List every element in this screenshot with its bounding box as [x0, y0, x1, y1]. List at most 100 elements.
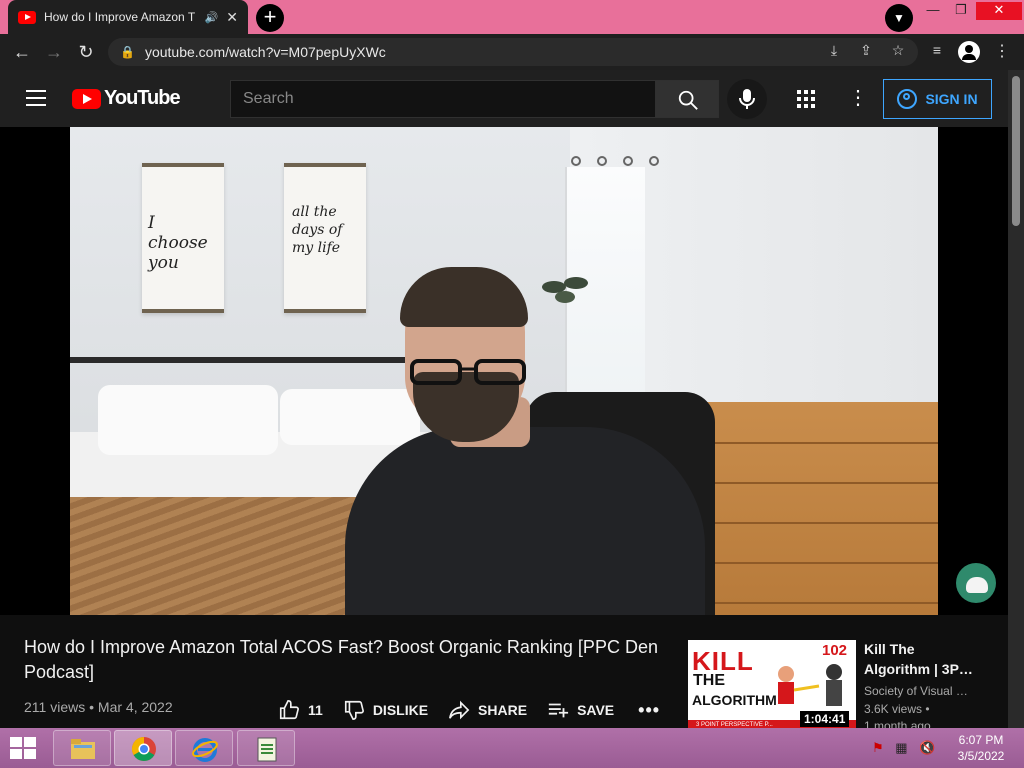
thumb-characters — [778, 664, 842, 706]
sign-in-button[interactable]: SIGN IN — [883, 79, 992, 119]
close-window-button[interactable]: ✕ — [976, 2, 1022, 20]
poster-left-text: I choose you — [148, 213, 208, 273]
settings-menu-icon[interactable]: ⋮ — [848, 85, 868, 110]
upload-date: Mar 4, 2022 — [97, 699, 173, 715]
taskbar-clock[interactable]: 6:07 PM 3/5/2022 — [948, 732, 1014, 764]
thumbs-down-icon — [344, 700, 364, 720]
search-icon — [678, 90, 698, 110]
video-duration: 1:04:41 — [800, 711, 850, 727]
back-button[interactable]: ← — [10, 40, 34, 64]
tab-close-icon[interactable]: ✕ — [226, 9, 238, 26]
like-count: 11 — [308, 702, 323, 718]
poster-right-text: all the days of my life — [292, 204, 343, 256]
youtube-favicon-icon — [18, 10, 36, 24]
pillow — [280, 389, 420, 445]
youtube-logo-text: YouTube — [104, 87, 181, 109]
taskbar-notepad-button[interactable] — [237, 730, 295, 766]
person-glasses — [410, 359, 526, 385]
thumb-the-text: THE — [693, 672, 725, 689]
browser-tab[interactable]: How do I Improve Amazon T 🔊 ✕ — [8, 0, 248, 34]
person-hair — [400, 267, 528, 327]
address-bar[interactable]: 🔒 youtube.com/watch?v=M07pepUyXWc — [108, 38, 918, 66]
save-label: SAVE — [577, 702, 615, 718]
share-label: SHARE — [478, 702, 528, 718]
view-count: 211 views — [24, 699, 86, 715]
chrome-icon — [131, 737, 156, 762]
save-button[interactable]: SAVE — [547, 699, 614, 721]
account-icon — [897, 89, 918, 109]
internet-explorer-icon — [192, 738, 218, 762]
lock-icon[interactable]: 🔒 — [120, 45, 135, 59]
poster-left: I choose you — [142, 163, 224, 313]
apps-grid-icon[interactable] — [797, 90, 815, 108]
taskbar-ie-button[interactable] — [175, 730, 233, 766]
tab-title: How do I Improve Amazon T — [44, 10, 196, 24]
share-page-icon[interactable]: ⇪ — [856, 42, 876, 59]
install-app-icon[interactable]: ⤓ — [824, 42, 844, 59]
video-info: How do I Improve Amazon Total ACOS Fast?… — [0, 615, 1008, 733]
system-tray: ⚑ ▦ 🔇 — [872, 740, 935, 756]
like-button[interactable]: 11 — [278, 699, 323, 721]
clock-date: 3/5/2022 — [957, 749, 1005, 763]
network-icon[interactable]: ▦ — [895, 740, 907, 755]
video-player[interactable]: I choose you all the days of my life — [0, 127, 1008, 615]
speaker-icon[interactable]: 🔊 — [205, 11, 219, 24]
notepad-icon — [257, 737, 277, 762]
youtube-play-icon — [72, 88, 101, 109]
video-frame[interactable]: I choose you all the days of my life — [70, 127, 938, 615]
tab-search-button[interactable]: ▼ — [885, 4, 913, 32]
taskbar-explorer-button[interactable] — [53, 730, 111, 766]
curtain-rings — [571, 156, 659, 166]
channel-watermark-icon[interactable] — [956, 563, 996, 603]
profile-avatar-icon[interactable] — [958, 41, 980, 63]
taskbar-chrome-button[interactable] — [114, 730, 172, 766]
sign-in-label: SIGN IN — [925, 91, 978, 107]
recommended-views: 3.6K views • — [864, 702, 930, 716]
page-scrollbar[interactable] — [1008, 70, 1024, 728]
url-text: youtube.com/watch?v=M07pepUyXWc — [144, 44, 386, 60]
dislike-label: DISLIKE — [372, 702, 429, 718]
browser-toolbar: ← → ↻ 🔒 youtube.com/watch?v=M07pepUyXWc … — [0, 34, 1024, 70]
browser-menu-icon[interactable]: ⋮ — [994, 41, 1010, 61]
person-body — [345, 427, 705, 615]
share-icon — [449, 700, 470, 720]
thumbs-up-icon — [279, 700, 299, 720]
restore-button[interactable]: ❐ — [946, 2, 976, 20]
browser-tab-strip: How do I Improve Amazon T 🔊 ✕ + ▼ — ❐ ✕ — [0, 0, 1024, 34]
playlist-add-icon — [548, 703, 569, 718]
hamburger-menu-icon[interactable] — [26, 90, 46, 106]
recommended-title[interactable]: Kill The Algorithm | 3P… — [864, 639, 974, 679]
more-actions-button[interactable]: ••• — [638, 700, 660, 721]
taskbar: ⚑ ▦ 🔇 6:07 PM 3/5/2022 — [0, 728, 1024, 768]
scrollbar-thumb[interactable] — [1012, 76, 1020, 226]
youtube-header: YouTube Search ⋮ SIGN IN — [0, 70, 1008, 127]
video-meta: 211 views • Mar 4, 2022 — [24, 699, 173, 715]
search-input[interactable]: Search — [230, 80, 656, 118]
video-title: How do I Improve Amazon Total ACOS Fast?… — [24, 637, 658, 682]
thumb-episode-number: 102 — [822, 642, 848, 659]
volume-muted-icon[interactable]: 🔇 — [919, 740, 935, 755]
youtube-logo[interactable]: YouTube — [72, 87, 181, 110]
forward-button[interactable]: → — [42, 40, 66, 64]
bookmark-star-icon[interactable]: ☆ — [888, 42, 908, 59]
recommended-channel[interactable]: Society of Visual … — [864, 684, 974, 698]
minimize-button[interactable]: — — [918, 2, 948, 20]
search-button[interactable] — [655, 80, 719, 118]
voice-search-button[interactable] — [727, 79, 767, 119]
dislike-button[interactable]: DISLIKE — [343, 699, 428, 721]
new-tab-button[interactable]: + — [256, 4, 284, 32]
share-button[interactable]: SHARE — [448, 699, 527, 721]
media-control-icon[interactable]: ≡ — [927, 42, 947, 58]
clock-time: 6:07 PM — [958, 733, 1004, 747]
poster-right: all the days of my life — [284, 163, 366, 313]
hanging-plant — [542, 277, 588, 303]
scene-dresser — [700, 402, 938, 615]
microphone-icon — [739, 89, 755, 109]
folder-icon — [71, 739, 95, 759]
windows-start-icon[interactable] — [8, 735, 38, 761]
bed-headboard — [70, 357, 410, 363]
video-actions: 11 DISLIKE SHARE SAVE ••• — [278, 699, 680, 721]
action-center-flag-icon[interactable]: ⚑ — [872, 740, 884, 755]
reload-button[interactable]: ↻ — [74, 40, 98, 64]
pillow — [98, 385, 278, 455]
